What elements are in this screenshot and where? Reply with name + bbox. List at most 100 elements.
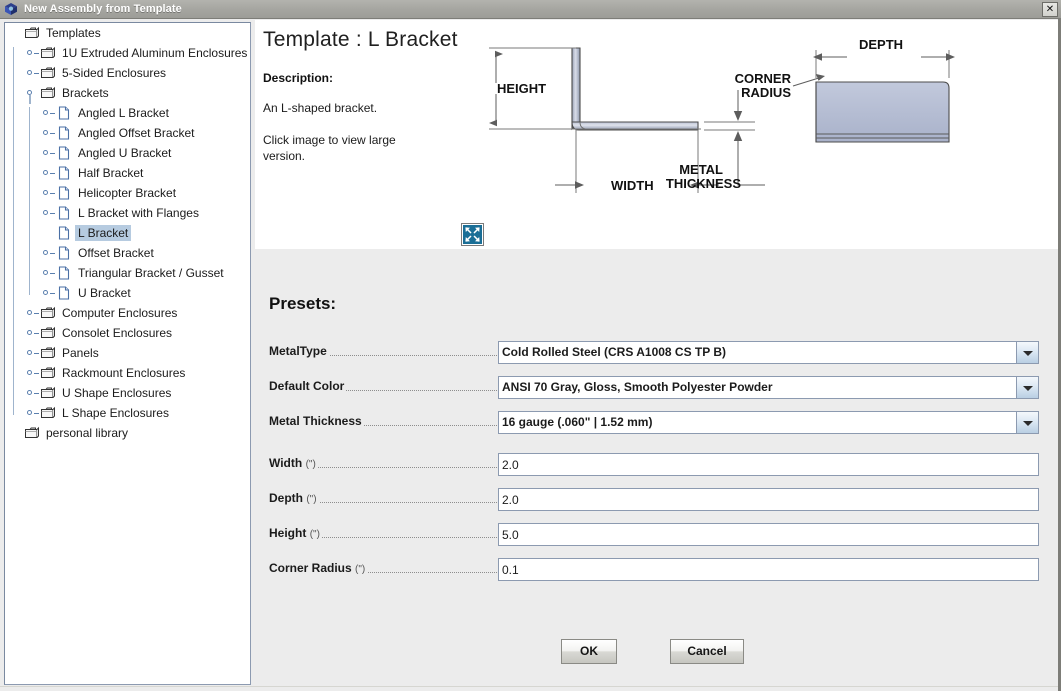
tree-item-personal-library[interactable]: personal library: [5, 423, 250, 443]
tree-expand-handle-closed[interactable]: [24, 363, 40, 383]
presets-section: Presets: MetalType Cold Rolled Steel (CRS…: [255, 249, 1059, 687]
tree-item-5-sided-enclosures[interactable]: 5-Sided Enclosures: [5, 63, 250, 83]
tree-expand-handle-closed[interactable]: [40, 203, 56, 223]
dialog-buttons: OK Cancel: [255, 639, 1059, 665]
expand-arrows-icon[interactable]: [461, 223, 484, 246]
tree-item-u-bracket[interactable]: U Bracket: [5, 283, 250, 303]
field-label-depth: Depth ("): [269, 491, 319, 505]
tree-expand-handle-closed[interactable]: [24, 343, 40, 363]
tree-expand-handle-closed[interactable]: [24, 323, 40, 343]
dimension-label-width: WIDTH: [611, 178, 654, 193]
tree-expand-handle-closed[interactable]: [24, 383, 40, 403]
folder-icon: [40, 345, 56, 361]
folder-icon: [40, 305, 56, 321]
dropdown-metal-type[interactable]: Cold Rolled Steel (CRS A1008 CS TP B): [498, 341, 1039, 364]
dimension-label-corner-radius-2: RADIUS: [741, 85, 791, 100]
tree-item-u-shape-enclosures[interactable]: U Shape Enclosures: [5, 383, 250, 403]
tree-item-label: L Shape Enclosures: [62, 406, 169, 420]
tree-expand-handle-closed[interactable]: [40, 103, 56, 123]
field-label-text: Depth: [269, 491, 303, 505]
tree-expand-handle-closed[interactable]: [24, 63, 40, 83]
document-icon: [56, 245, 72, 261]
document-icon: [56, 105, 72, 121]
input-corner-radius[interactable]: [498, 558, 1039, 581]
dialog-bottom-edge: [0, 686, 1061, 691]
input-depth[interactable]: [498, 488, 1039, 511]
dimension-label-height: HEIGHT: [497, 81, 546, 96]
bracket-dimension-drawing[interactable]: HEIGHT WIDTH DEPTH METAL THICKNESS CORNE…: [455, 30, 1055, 210]
tree-item-helicopter-bracket[interactable]: Helicopter Bracket: [5, 183, 250, 203]
tree-item-brackets[interactable]: Brackets: [5, 83, 250, 104]
input-width[interactable]: [498, 453, 1039, 476]
tree-item-computer-enclosures[interactable]: Computer Enclosures: [5, 303, 250, 323]
tree-expand-handle-closed[interactable]: [40, 243, 56, 263]
tree-item-offset-bracket[interactable]: Offset Bracket: [5, 243, 250, 263]
field-label-text: Corner Radius: [269, 561, 352, 575]
field-unit: ("): [355, 564, 366, 575]
tree-item-triangular-bracket-gusset[interactable]: Triangular Bracket / Gusset: [5, 263, 250, 283]
tree-item-label: 1U Extruded Aluminum Enclosures: [62, 46, 248, 60]
document-icon: [56, 125, 72, 141]
dropdown-default-color[interactable]: ANSI 70 Gray, Gloss, Smooth Polyester Po…: [498, 376, 1039, 399]
tree-item-templates[interactable]: Templates: [5, 23, 250, 43]
tree-expand-handle-closed[interactable]: [40, 283, 56, 303]
field-row-metal-type: MetalType Cold Rolled Steel (CRS A1008 CS…: [269, 341, 1039, 365]
field-label-text: Width: [269, 456, 303, 470]
close-button[interactable]: ✕: [1042, 2, 1058, 17]
folder-icon: [40, 45, 56, 61]
tree-item-angled-offset-bracket[interactable]: Angled Offset Bracket: [5, 123, 250, 143]
tree-item-l-bracket[interactable]: L Bracket: [5, 223, 250, 243]
folder-icon: [40, 65, 56, 81]
tree-item-1u-extruded-aluminum-enclosures[interactable]: 1U Extruded Aluminum Enclosures: [5, 43, 250, 63]
tree-expand-handle-closed[interactable]: [40, 183, 56, 203]
tree-item-label: L Bracket with Flanges: [78, 206, 199, 220]
tree-item-angled-l-bracket[interactable]: Angled L Bracket: [5, 103, 250, 123]
dimension-label-metal-thickness-2: THICKNESS: [666, 176, 741, 191]
folder-icon: [40, 85, 56, 101]
tree-item-label: U Shape Enclosures: [62, 386, 172, 400]
field-label-metal-type: MetalType: [269, 344, 329, 358]
description-hint: Click image to view large version.: [263, 133, 396, 163]
tree-item-l-bracket-with-flanges[interactable]: L Bracket with Flanges: [5, 203, 250, 223]
tree-item-half-bracket[interactable]: Half Bracket: [5, 163, 250, 183]
chevron-down-icon[interactable]: [1016, 342, 1038, 363]
field-label-default-color: Default Color: [269, 379, 347, 393]
dropdown-metal-thickness[interactable]: 16 gauge (.060" | 1.52 mm): [498, 411, 1039, 434]
assembly-cube-icon: [3, 1, 19, 17]
tree-item-consolet-enclosures[interactable]: Consolet Enclosures: [5, 323, 250, 343]
tree-expand-handle-open[interactable]: [24, 83, 40, 104]
chevron-down-icon[interactable]: [1016, 412, 1038, 433]
chevron-down-icon[interactable]: [1016, 377, 1038, 398]
tree-item-angled-u-bracket[interactable]: Angled U Bracket: [5, 143, 250, 163]
tree-item-label: Triangular Bracket / Gusset: [78, 266, 224, 280]
cancel-button[interactable]: Cancel: [670, 639, 744, 664]
tree-item-l-shape-enclosures[interactable]: L Shape Enclosures: [5, 403, 250, 423]
tree-expand-handle-closed[interactable]: [40, 123, 56, 143]
tree-expand-handle-closed[interactable]: [40, 263, 56, 283]
field-unit: ("): [309, 529, 320, 540]
field-label-width: Width ("): [269, 456, 318, 470]
folder-icon: [24, 425, 40, 441]
bracket-drawing-svg: HEIGHT WIDTH DEPTH METAL THICKNESS CORNE…: [489, 37, 955, 193]
tree-item-label: Offset Bracket: [78, 246, 154, 260]
tree-expand-handle-closed[interactable]: [40, 143, 56, 163]
field-label-text: Height: [269, 526, 307, 540]
dropdown-value-metal-type: Cold Rolled Steel (CRS A1008 CS TP B): [502, 345, 727, 359]
tree-item-rackmount-enclosures[interactable]: Rackmount Enclosures: [5, 363, 250, 383]
ok-button[interactable]: OK: [561, 639, 617, 664]
tree-expand-handle-closed[interactable]: [24, 43, 40, 63]
input-height[interactable]: [498, 523, 1039, 546]
tree-expand-handle-closed[interactable]: [24, 303, 40, 323]
tree-expand-handle-closed[interactable]: [24, 403, 40, 423]
tree-expand-handle-closed[interactable]: [40, 163, 56, 183]
field-unit: ("): [306, 494, 317, 505]
dropdown-value-default-color: ANSI 70 Gray, Gloss, Smooth Polyester Po…: [502, 380, 773, 394]
folder-icon: [40, 365, 56, 381]
document-icon: [56, 145, 72, 161]
template-tree[interactable]: Templates 1U Extruded Aluminum Enclosures…: [4, 22, 251, 685]
tree-item-panels[interactable]: Panels: [5, 343, 250, 363]
tree-item-label: Half Bracket: [78, 166, 144, 180]
field-row-corner-radius: Corner Radius ("): [269, 558, 1039, 582]
tree-handle-spacer: [8, 23, 24, 43]
tree-handle-spacer: [40, 223, 56, 243]
